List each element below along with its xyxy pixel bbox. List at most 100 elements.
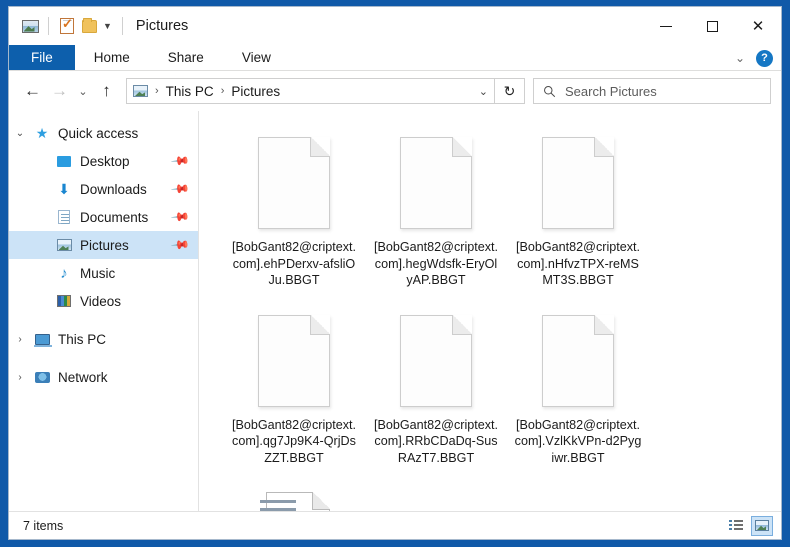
- pin-icon[interactable]: 📌: [170, 235, 190, 255]
- downloads-icon: ⬇: [58, 180, 70, 197]
- pictures-icon: [53, 239, 75, 251]
- pictures-icon[interactable]: [19, 15, 41, 37]
- details-view-button[interactable]: [725, 516, 747, 536]
- sidebar-item-pictures[interactable]: Pictures 📌: [9, 231, 198, 259]
- file-list-pane[interactable]: [BobGant82@criptext.com].ehPDerxv-afsliO…: [199, 111, 781, 511]
- sidebar-item-label: Desktop: [80, 153, 130, 169]
- blank-file-icon: [400, 311, 472, 411]
- list-item[interactable]: [BobGant82@criptext.com].ehPDerxv-afsliO…: [223, 127, 365, 299]
- large-icons-view-button[interactable]: [751, 515, 773, 536]
- list-item[interactable]: W BBGT_INFO.rtf: [223, 482, 365, 511]
- explorer-content: risk com ⌄ ★ Quick access Desktop 📌 ⬇ Do…: [9, 111, 781, 511]
- list-item[interactable]: [BobGant82@criptext.com].RRbCDaDq-SusRAz…: [365, 305, 507, 477]
- window-controls: ✕: [643, 7, 781, 45]
- pin-icon[interactable]: 📌: [170, 179, 190, 199]
- close-button[interactable]: ✕: [735, 7, 781, 45]
- list-item[interactable]: [BobGant82@criptext.com].nHfvzTPX-reMSMT…: [507, 127, 649, 299]
- documents-icon: [53, 210, 75, 224]
- blank-file-icon: [400, 133, 472, 233]
- status-bar: 7 items: [9, 511, 781, 539]
- navigation-pane: ⌄ ★ Quick access Desktop 📌 ⬇ Downloads 📌…: [9, 111, 199, 511]
- star-icon: ★: [35, 124, 49, 141]
- recent-locations-button[interactable]: ⌄: [73, 77, 93, 105]
- this-pc-icon: [31, 333, 53, 347]
- blank-file-icon: [258, 133, 330, 233]
- sidebar-item-label: Pictures: [80, 237, 129, 253]
- toolbar-divider-2: [121, 17, 123, 35]
- chevron-down-icon[interactable]: ▼: [100, 21, 115, 31]
- breadcrumb-pictures[interactable]: Pictures: [231, 84, 280, 99]
- ribbon-right-controls: ⌄ ?: [731, 45, 773, 71]
- videos-icon: [53, 295, 75, 307]
- chevron-down-icon[interactable]: ⌄: [9, 128, 31, 139]
- list-item[interactable]: [BobGant82@criptext.com].hegWdsfk-EryOly…: [365, 127, 507, 299]
- blank-file-icon: [542, 311, 614, 411]
- pin-icon[interactable]: 📌: [170, 207, 190, 227]
- file-name: [BobGant82@criptext.com].qg7Jp9K4-QrjDsZ…: [231, 417, 357, 465]
- file-name: [BobGant82@criptext.com].VzlKkVPn-d2Pygi…: [514, 417, 642, 465]
- expand-ribbon-icon[interactable]: ⌄: [731, 51, 749, 65]
- item-count: 7 items: [23, 518, 64, 533]
- pin-icon[interactable]: 📌: [170, 151, 190, 171]
- blank-file-icon: [542, 133, 614, 233]
- sidebar-item-label: Quick access: [58, 125, 139, 141]
- tab-file[interactable]: File: [9, 45, 75, 70]
- breadcrumb-this-pc[interactable]: This PC: [166, 84, 214, 99]
- document-lines: [260, 500, 306, 511]
- sidebar-item-label: This PC: [58, 331, 107, 347]
- blank-file-icon: [258, 311, 330, 411]
- search-box[interactable]: Search Pictures: [533, 78, 771, 104]
- up-button[interactable]: ↑: [93, 77, 120, 105]
- properties-icon[interactable]: [56, 15, 78, 37]
- file-name: [BobGant82@criptext.com].ehPDerxv-afsliO…: [231, 240, 357, 287]
- sidebar-item-downloads[interactable]: ⬇ Downloads 📌: [9, 175, 198, 203]
- music-icon: ♪: [60, 264, 68, 282]
- forward-button[interactable]: →: [46, 77, 73, 105]
- new-folder-icon[interactable]: [78, 15, 100, 37]
- sidebar-item-label: Network: [58, 369, 108, 385]
- chevron-down-icon[interactable]: ⌄: [473, 85, 488, 98]
- search-icon: [544, 85, 556, 97]
- help-button[interactable]: ?: [756, 49, 773, 67]
- sidebar-item-music[interactable]: ♪ Music: [9, 259, 198, 287]
- address-bar: ← → ⌄ ↑ › This PC › Pictures ⌄ ↻ Search …: [9, 71, 781, 111]
- sidebar-item-label: Music: [80, 265, 116, 281]
- breadcrumb-separator-2: ›: [220, 85, 225, 97]
- search-input[interactable]: Search Pictures: [565, 84, 657, 99]
- sidebar-item-label: Downloads: [80, 181, 147, 197]
- chevron-right-icon[interactable]: ›: [9, 372, 31, 383]
- window-title: Pictures: [135, 18, 189, 34]
- list-item[interactable]: [BobGant82@criptext.com].qg7Jp9K4-QrjDsZ…: [223, 305, 365, 477]
- tab-view[interactable]: View: [223, 45, 290, 70]
- breadcrumb-separator: ›: [155, 85, 159, 97]
- rtf-wordpad-icon: W: [252, 488, 336, 511]
- file-name: [BobGant82@criptext.com].nHfvzTPX-reMSMT…: [515, 240, 641, 287]
- desktop-icon: [53, 155, 75, 167]
- view-buttons: [725, 515, 773, 536]
- refresh-button[interactable]: ↻: [495, 78, 525, 104]
- sidebar-item-this-pc[interactable]: › This PC: [9, 325, 198, 353]
- maximize-button[interactable]: [689, 7, 735, 45]
- ribbon-tabs: File Home Share View ⌄ ?: [9, 45, 781, 71]
- breadcrumb[interactable]: › This PC › Pictures ⌄: [126, 78, 495, 104]
- file-name: [BobGant82@criptext.com].RRbCDaDq-SusRAz…: [373, 417, 499, 465]
- sidebar-item-quick-access[interactable]: ⌄ ★ Quick access: [9, 119, 198, 147]
- sidebar-item-label: Documents: [80, 209, 149, 225]
- sidebar-item-desktop[interactable]: Desktop 📌: [9, 147, 198, 175]
- tab-share[interactable]: Share: [149, 45, 223, 70]
- title-bar: ▼ Pictures ✕: [9, 7, 781, 45]
- toolbar-divider: [48, 17, 49, 35]
- network-icon: [31, 371, 53, 383]
- chevron-right-icon[interactable]: ›: [9, 334, 31, 345]
- sidebar-item-label: Videos: [80, 293, 122, 309]
- tab-home[interactable]: Home: [75, 45, 149, 70]
- file-grid: [BobGant82@criptext.com].ehPDerxv-afsliO…: [223, 127, 775, 511]
- minimize-button[interactable]: [643, 7, 689, 45]
- sidebar-item-network[interactable]: › Network: [9, 363, 198, 391]
- close-icon: ✕: [751, 18, 765, 35]
- sidebar-item-videos[interactable]: Videos: [9, 287, 198, 315]
- list-item[interactable]: [BobGant82@criptext.com].VzlKkVPn-d2Pygi…: [507, 305, 649, 477]
- sidebar-item-documents[interactable]: Documents 📌: [9, 203, 198, 231]
- back-button[interactable]: ←: [19, 77, 46, 105]
- quick-access-toolbar: ▼: [19, 15, 130, 37]
